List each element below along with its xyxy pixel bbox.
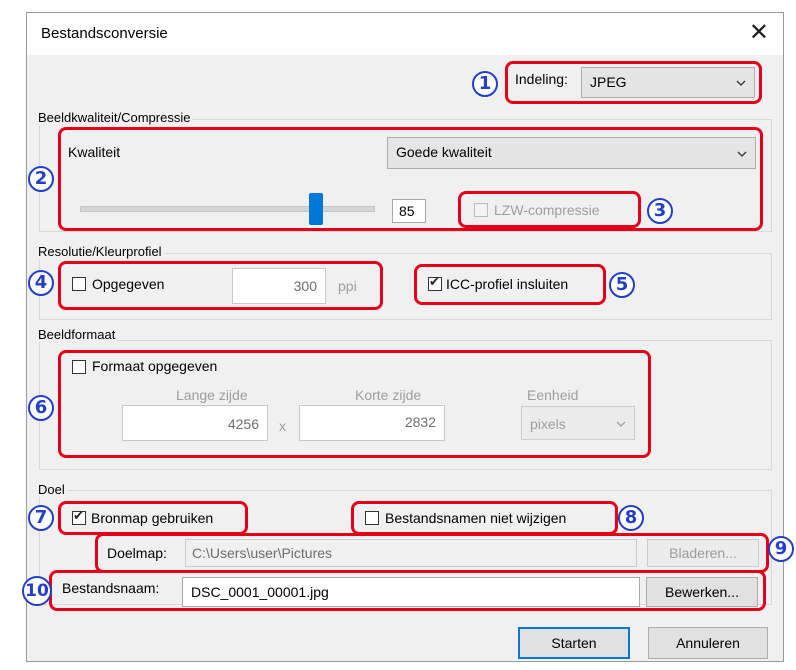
callout-badge-6: 6 <box>28 395 54 421</box>
specified-checkbox[interactable] <box>72 277 86 291</box>
quality-group-label: Beeldkwaliteit/Compressie <box>38 110 193 125</box>
dialog-title: Bestandsconversie <box>41 25 168 42</box>
unit-select[interactable]: pixels <box>521 406 635 440</box>
start-button-label: Starten <box>551 635 597 651</box>
short-side-label: Korte zijde <box>355 387 422 403</box>
long-side-value: 4256 <box>227 416 259 432</box>
short-side-value: 2832 <box>404 414 436 430</box>
quality-value: Goede kwaliteit <box>396 144 492 160</box>
callout-badge-2: 2 <box>28 166 54 192</box>
lzw-label: LZW-compressie <box>494 202 600 218</box>
title-bar: Bestandsconversie ✕ <box>27 13 783 55</box>
callout-badge-7: 7 <box>28 505 54 531</box>
quality-slider-track[interactable] <box>80 206 375 212</box>
callout-badge-5: 5 <box>609 272 635 298</box>
filename-value: DSC_0001_00001.jpg <box>191 584 329 600</box>
times-sign: x <box>279 418 286 434</box>
quality-select[interactable]: Goede kwaliteit <box>387 137 756 169</box>
chevron-down-icon <box>737 151 747 157</box>
chevron-down-icon <box>616 421 626 427</box>
resolution-group-label: Resolutie/Kleurprofiel <box>38 244 164 259</box>
start-button[interactable]: Starten <box>518 627 630 659</box>
use-source-label: Bronmap gebruiken <box>91 510 214 526</box>
callout-badge-1: 1 <box>472 71 498 97</box>
lzw-checkbox[interactable] <box>474 203 488 217</box>
resolution-input[interactable]: 300 <box>232 268 326 304</box>
browse-button-label: Bladeren... <box>669 545 737 561</box>
keep-names-label: Bestandsnamen niet wijzigen <box>385 510 567 526</box>
quality-label: Kwaliteit <box>68 144 121 160</box>
long-side-label: Lange zijde <box>176 387 248 403</box>
cancel-button-label: Annuleren <box>676 635 740 651</box>
quality-slider-value-text: 85 <box>399 203 415 219</box>
folder-value: C:\Users\user\Pictures <box>192 545 333 561</box>
icc-label: ICC-profiel insluiten <box>446 276 569 292</box>
callout-badge-9: 9 <box>768 536 794 562</box>
destination-group-label: Doel <box>38 482 67 497</box>
size-checkbox[interactable] <box>72 360 86 374</box>
callout-badge-4: 4 <box>28 270 54 296</box>
edit-button-label: Bewerken... <box>665 584 739 600</box>
callout-badge-8: 8 <box>618 505 644 531</box>
size-group-label: Beeldformaat <box>38 327 118 342</box>
callout-badge-10: 10 <box>22 576 52 606</box>
folder-label: Doelmap: <box>107 545 167 561</box>
icc-checkbox[interactable] <box>428 275 442 291</box>
chevron-down-icon <box>736 80 746 86</box>
short-side-input[interactable]: 2832 <box>299 405 445 441</box>
unit-label: Eenheid <box>527 387 579 403</box>
callout-badge-3: 3 <box>647 198 673 224</box>
quality-slider-value: 85 <box>392 199 426 223</box>
resolution-value: 300 <box>293 278 317 294</box>
keep-names-checkbox[interactable] <box>365 511 379 525</box>
close-icon[interactable]: ✕ <box>749 19 769 47</box>
format-select[interactable]: JPEG <box>581 67 755 98</box>
specified-label: Opgegeven <box>92 276 165 292</box>
use-source-checkbox[interactable] <box>72 509 86 525</box>
filename-label: Bestandsnaam: <box>62 580 160 596</box>
long-side-input[interactable]: 4256 <box>122 405 268 441</box>
unit-value: pixels <box>530 416 566 432</box>
filename-input[interactable]: DSC_0001_00001.jpg <box>182 577 640 607</box>
resolution-unit: ppi <box>338 278 357 294</box>
size-specify-label: Formaat opgegeven <box>92 358 218 374</box>
format-label: Indeling: <box>515 71 568 87</box>
cancel-button[interactable]: Annuleren <box>648 627 768 659</box>
quality-slider-thumb[interactable] <box>308 193 323 225</box>
browse-button[interactable]: Bladeren... <box>647 539 759 567</box>
format-value: JPEG <box>590 74 627 90</box>
folder-input[interactable]: C:\Users\user\Pictures <box>185 539 637 567</box>
edit-button[interactable]: Bewerken... <box>646 577 758 607</box>
